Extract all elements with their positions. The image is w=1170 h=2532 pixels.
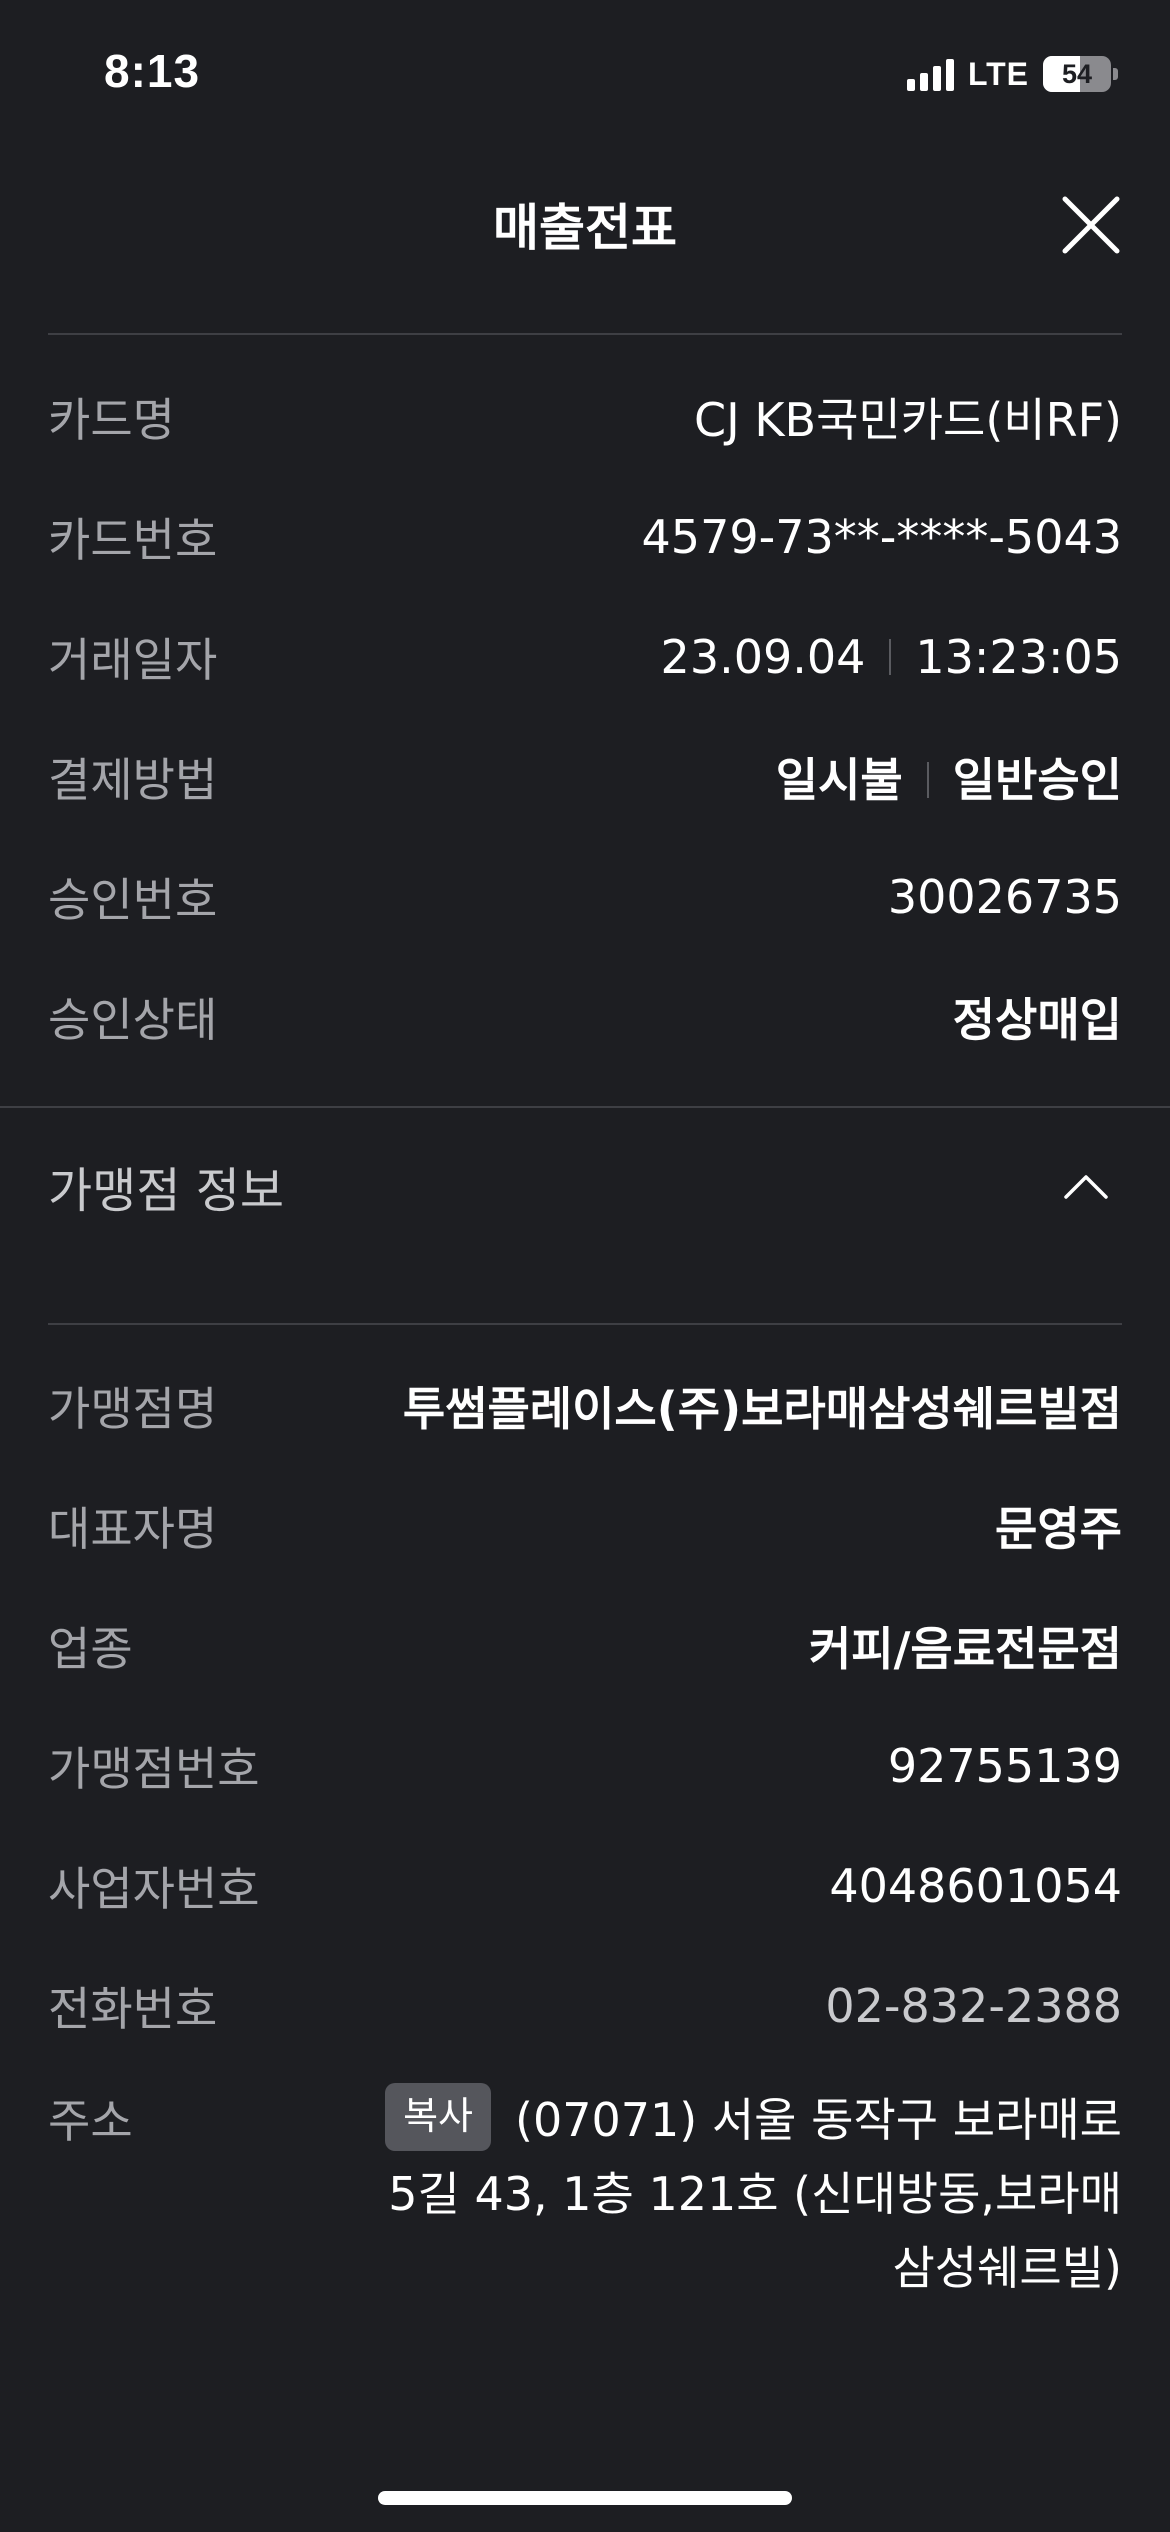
row-address: 주소 복사 (07071) 서울 동작구 보라매로 5길 43, 1층 121호 …	[48, 2065, 1122, 2315]
row-business-type: 업종 커피/음료전문점	[48, 1586, 1122, 1706]
approval-status-label: 승인상태	[48, 993, 218, 1047]
row-card-name: 카드명 CJ KB국민카드(비RF)	[48, 357, 1122, 477]
signal-icon	[906, 57, 954, 91]
sales-receipt-screen: 8:13 LTE 54 매출전표 카드명 CJ KB국민카드(비RF) 카드번호…	[0, 0, 1170, 2532]
card-name-label: 카드명	[48, 393, 175, 447]
battery-level: 54	[1061, 58, 1093, 89]
address-line-1: (07071) 서울 동작구 보라매로	[515, 2093, 1122, 2147]
merchant-info: 가맹점명 투썸플레이스(주)보라매삼성쉐르빌점 대표자명 문영주 업종 커피/음…	[48, 1346, 1122, 2066]
merchant-section-title: 가맹점 정보	[48, 1163, 285, 1219]
network-label: LTE	[967, 55, 1029, 92]
owner-name-label: 대표자명	[48, 1502, 218, 1556]
business-number-value: 4048601054	[829, 1859, 1122, 1913]
phone-label: 전화번호	[48, 1982, 218, 2036]
close-icon	[1062, 196, 1120, 254]
card-number-value: 4579-73**-****-5043	[641, 510, 1122, 564]
row-merchant-name: 가맹점명 투썸플레이스(주)보라매삼성쉐르빌점	[48, 1346, 1122, 1466]
transaction-date: 23.09.04	[660, 630, 866, 684]
payment-approval: 일반승인	[952, 753, 1122, 807]
card-number-label: 카드번호	[48, 513, 218, 567]
row-approval-status: 승인상태 정상매입	[48, 957, 1122, 1077]
address-value: 복사 (07071) 서울 동작구 보라매로 5길 43, 1층 121호 (신대…	[382, 2083, 1122, 2305]
address-line-2: 5길 43, 1층 121호 (신대방동,보라매	[388, 2167, 1122, 2221]
transaction-time: 13:23:05	[915, 630, 1122, 684]
row-merchant-number: 가맹점번호 92755139	[48, 1706, 1122, 1826]
separator	[926, 761, 929, 798]
battery-icon: 54	[1043, 56, 1118, 92]
status-indicators: LTE 54	[906, 52, 1118, 96]
row-business-number: 사업자번호 4048601054	[48, 1826, 1122, 1946]
status-time: 8:13	[104, 45, 201, 97]
approval-number-label: 승인번호	[48, 873, 218, 927]
row-card-number: 카드번호 4579-73**-****-5043	[48, 477, 1122, 597]
merchant-section-toggle[interactable]: 가맹점 정보	[48, 1108, 1122, 1264]
row-transaction-date: 거래일자 23.09.04 13:23:05	[48, 597, 1122, 717]
business-type-label: 업종	[48, 1622, 133, 1676]
payment-method-value: 일시불 일반승인	[776, 744, 1122, 810]
business-type-value: 커피/음료전문점	[808, 1622, 1122, 1676]
card-name-value: CJ KB국민카드(비RF)	[694, 393, 1122, 447]
row-phone: 전화번호 02-832-2388	[48, 1946, 1122, 2066]
transaction-info: 카드명 CJ KB국민카드(비RF) 카드번호 4579-73**-****-5…	[48, 357, 1122, 1077]
merchant-divider	[48, 1323, 1122, 1325]
transaction-datetime: 23.09.04 13:23:05	[661, 630, 1122, 684]
merchant-number-value: 92755139	[887, 1739, 1122, 1793]
row-approval-number: 승인번호 30026735	[48, 837, 1122, 957]
address-line-3: 삼성쉐르빌)	[892, 2241, 1122, 2295]
chevron-up-icon	[1064, 1175, 1108, 1199]
close-button[interactable]	[1056, 190, 1126, 260]
row-owner-name: 대표자명 문영주	[48, 1466, 1122, 1586]
status-bar: 8:13 LTE 54	[0, 0, 1170, 150]
address-label: 주소	[48, 2094, 133, 2148]
merchant-name-label: 가맹점명	[48, 1382, 218, 1436]
page-title: 매출전표	[493, 199, 677, 257]
home-indicator[interactable]	[378, 2491, 792, 2505]
approval-number-value: 30026735	[887, 870, 1122, 924]
merchant-name-value: 투썸플레이스(주)보라매삼성쉐르빌점	[402, 1382, 1122, 1436]
row-payment-method: 결제방법 일시불 일반승인	[48, 717, 1122, 837]
owner-name-value: 문영주	[995, 1502, 1122, 1556]
payment-method-label: 결제방법	[48, 753, 218, 807]
copy-address-button[interactable]: 복사	[385, 2083, 492, 2151]
transaction-date-label: 거래일자	[48, 633, 218, 687]
payment-type: 일시불	[775, 753, 903, 807]
approval-status-value: 정상매입	[952, 993, 1122, 1047]
separator	[889, 638, 892, 675]
merchant-number-label: 가맹점번호	[48, 1742, 260, 1796]
header: 매출전표	[0, 150, 1170, 334]
business-number-label: 사업자번호	[48, 1862, 260, 1916]
phone-number-link[interactable]: 02-832-2388	[825, 1979, 1122, 2033]
header-divider	[48, 333, 1122, 335]
